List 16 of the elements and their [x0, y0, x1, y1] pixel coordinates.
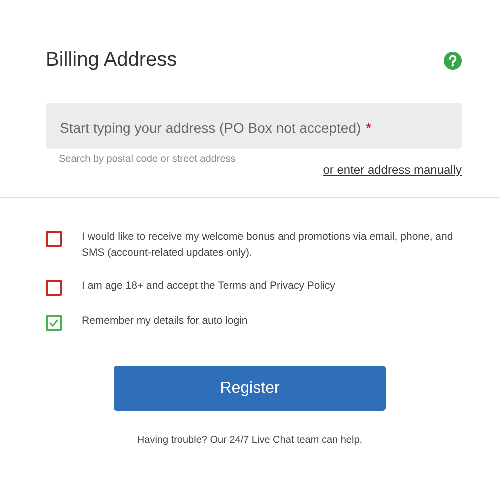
help-icon[interactable]: [444, 52, 462, 70]
checkbox[interactable]: [46, 315, 62, 331]
placeholder-text: Start typing your address (PO Box not accepted): [60, 120, 362, 136]
checkbox-label: I am age 18+ and accept the Terms and Privacy Policy: [82, 279, 336, 294]
checkbox[interactable]: [46, 280, 62, 296]
checkbox-label: Remember my details for auto login: [82, 314, 248, 329]
section-title: Billing Address: [46, 49, 178, 72]
register-button[interactable]: Register: [114, 366, 386, 411]
address-field[interactable]: Start typing your address (PO Box not accepted) *: [46, 103, 462, 149]
required-asterisk: *: [366, 120, 372, 136]
manual-address-link[interactable]: or enter address manually: [323, 163, 462, 177]
checkbox[interactable]: [46, 231, 62, 247]
field-hint: Search by postal code or street address: [59, 154, 237, 165]
help-text: Having trouble? Our 24/7 Live Chat team can help.: [136, 435, 364, 446]
check-icon: [49, 319, 59, 327]
checkbox-label: I would like to receive my welcome bonus and promotions via email, phone, and SMS (account-related updates only).: [82, 230, 454, 261]
